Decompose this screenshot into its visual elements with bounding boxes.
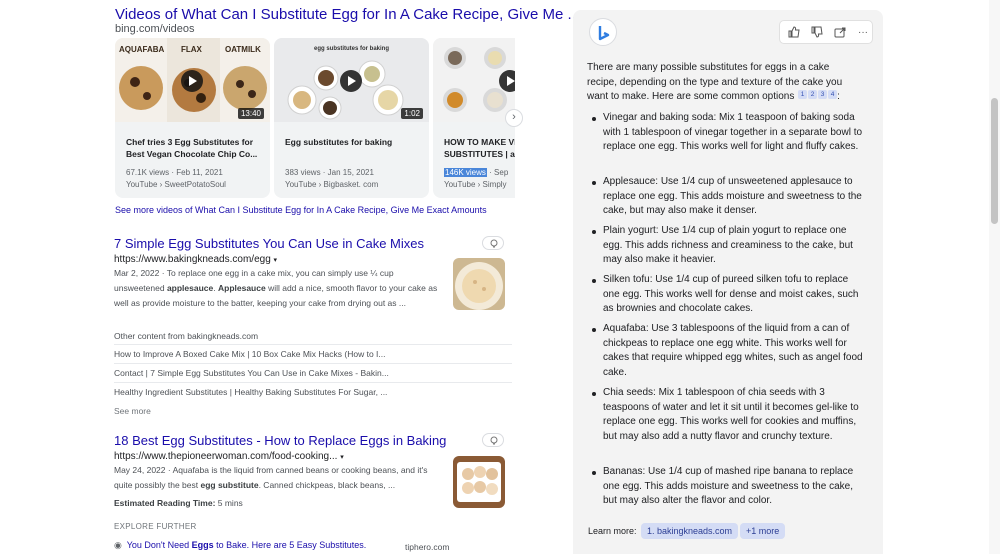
chat-answer-panel: ··· There are many possible substitutes … — [573, 10, 883, 554]
explore-item-bold: Eggs — [191, 540, 214, 550]
source-chip[interactable]: 1. bakingkneads.com — [641, 523, 739, 539]
snippet-bold: applesauce — [166, 283, 214, 293]
globe-icon: ◉ — [114, 540, 122, 550]
video-card[interactable]: egg substitutes for baking 1:02 Egg subs… — [274, 38, 429, 198]
more-sources-chip[interactable]: +1 more — [740, 523, 786, 539]
snippet-text: . Canned chickpeas, black beans, ... — [258, 480, 396, 490]
scrollbar[interactable] — [989, 0, 1000, 554]
play-icon[interactable] — [181, 70, 203, 92]
result-thumbnail[interactable] — [453, 456, 505, 508]
result-url-text: https://www.bakingkneads.com/egg — [114, 254, 271, 265]
result-title-link[interactable]: 7 Simple Egg Substitutes You Can Use in … — [114, 236, 424, 251]
video-meta: 146K views · Sep — [444, 168, 508, 177]
chevron-down-icon[interactable]: ▾ — [340, 454, 344, 461]
scrollbar-thumb[interactable] — [991, 98, 998, 224]
result-title-link[interactable]: 18 Best Egg Substitutes - How to Replace… — [114, 433, 446, 448]
other-content-link[interactable]: How to Improve A Boxed Cake Mix | 10 Box… — [114, 344, 512, 359]
answer-list: Vinegar and baking soda: Mix 1 teaspoon … — [587, 111, 867, 509]
video-card[interactable]: HOW TO MAKE VE SUBSTITUTES | a 146K view… — [433, 38, 515, 198]
snippet-bold: Applesauce — [217, 283, 266, 293]
answer-intro-colon: : — [837, 91, 840, 102]
answer-intro: There are many possible substitutes for … — [587, 61, 857, 105]
explore-item-link[interactable]: ◉ You Don't Need Eggs to Bake. Here are … — [114, 540, 366, 551]
thumb-label: AQUAFABA — [119, 45, 165, 54]
list-item: Vinegar and baking soda: Mix 1 teaspoon … — [587, 111, 867, 175]
result-snippet: Mar 2, 2022 · To replace one egg in a ca… — [114, 266, 444, 311]
thumb-label: OATMILK — [225, 45, 261, 54]
list-item: Plain yogurt: Use 1/4 cup of plain yogur… — [587, 224, 867, 273]
views-highlight: 146K views — [444, 168, 487, 177]
video-thumbnail — [433, 38, 515, 122]
video-card[interactable]: AQUAFABA FLAX OATMILK 13:40 Chef tries 3… — [115, 38, 270, 198]
videos-heading-link[interactable]: Videos of What Can I Substitute Egg for … — [115, 6, 580, 23]
video-duration: 13:40 — [237, 108, 264, 119]
learn-more-label: Learn more: — [588, 526, 637, 536]
more-icon[interactable]: ··· — [855, 25, 871, 41]
play-icon[interactable] — [340, 70, 362, 92]
see-more-videos-link[interactable]: See more videos of What Can I Substitute… — [115, 205, 487, 215]
see-more-link[interactable]: See more — [114, 406, 151, 416]
response-toolbar: ··· — [779, 20, 873, 44]
explore-item-text: You Don't Need — [126, 540, 192, 550]
result-thumbnail[interactable] — [453, 258, 505, 310]
thumb-label: FLAX — [181, 45, 202, 54]
video-source: YouTube › Bigbasket. com — [285, 180, 379, 189]
video-date: · Sep — [486, 168, 509, 177]
reading-time: Estimated Reading Time: 5 mins — [114, 498, 243, 508]
videos-source: bing.com/videos — [115, 23, 195, 35]
list-item: Aquafaba: Use 3 tablespoons of the liqui… — [587, 322, 867, 386]
list-item: Silken tofu: Use 1/4 cup of pureed silke… — [587, 273, 867, 322]
citation-badge[interactable]: 3 — [818, 90, 828, 99]
result-url[interactable]: https://www.bakingkneads.com/egg ▾ — [114, 254, 277, 265]
citation-badge[interactable]: 2 — [808, 90, 818, 99]
lightbulb-icon[interactable] — [482, 433, 504, 447]
video-title: HOW TO MAKE VE SUBSTITUTES | a — [444, 137, 515, 159]
video-title: Chef tries 3 Egg Substitutes for Best Ve… — [126, 137, 258, 159]
video-duration: 1:02 — [401, 108, 423, 119]
video-carousel: AQUAFABA FLAX OATMILK 13:40 Chef tries 3… — [115, 38, 515, 200]
citation-badge[interactable]: 4 — [828, 90, 838, 99]
search-results: Videos of What Can I Substitute Egg for … — [0, 0, 580, 554]
other-content-heading: Other content from bakingkneads.com — [114, 331, 259, 341]
lightbulb-icon[interactable] — [482, 236, 504, 250]
video-meta: 67.1K views · Feb 11, 2021 — [126, 168, 223, 177]
other-content-link[interactable]: Healthy Ingredient Substitutes | Healthy… — [114, 382, 512, 397]
video-meta: 383 views · Jan 15, 2021 — [285, 168, 374, 177]
snippet-bold: egg substitute — [200, 480, 259, 490]
result-url-text: https://www.thepioneerwoman.com/food-coo… — [114, 451, 338, 462]
chevron-right-icon[interactable]: › — [505, 109, 523, 127]
play-icon[interactable] — [499, 70, 515, 92]
chevron-down-icon[interactable]: ▾ — [274, 257, 278, 264]
explore-further-heading: EXPLORE FURTHER — [114, 522, 197, 531]
video-source: YouTube › Simply — [444, 180, 507, 189]
video-source: YouTube › SweetPotatoSoul — [126, 180, 226, 189]
reading-time-label: Estimated Reading Time: — [114, 498, 216, 508]
list-item: Bananas: Use 1/4 cup of mashed ripe bana… — [587, 465, 867, 509]
share-icon[interactable] — [832, 25, 848, 41]
other-content-link[interactable]: Contact | 7 Simple Egg Substitutes You C… — [114, 363, 512, 378]
list-item: Applesauce: Use 1/4 cup of unsweetened a… — [587, 175, 867, 224]
citation-badge[interactable]: 1 — [798, 90, 808, 99]
video-thumbnail: egg substitutes for baking 1:02 — [274, 38, 429, 122]
explore-item-source: tiphero.com — [405, 542, 450, 552]
thumbs-up-icon[interactable] — [786, 25, 802, 41]
reading-time-value: 5 mins — [215, 498, 243, 508]
video-thumbnail: AQUAFABA FLAX OATMILK 13:40 — [115, 38, 270, 122]
result-snippet: May 24, 2022 · Aquafaba is the liquid fr… — [114, 463, 444, 493]
explore-item-text: to Bake. Here are 5 Easy Substitutes. — [213, 540, 367, 550]
video-title: Egg substitutes for baking — [285, 137, 393, 147]
thumbs-down-icon[interactable] — [809, 25, 825, 41]
thumb-label: egg substitutes for baking — [314, 46, 390, 52]
list-item: Chia seeds: Mix 1 tablespoon of chia see… — [587, 386, 867, 465]
bing-b-icon — [589, 18, 617, 46]
result-url[interactable]: https://www.thepioneerwoman.com/food-coo… — [114, 451, 344, 462]
